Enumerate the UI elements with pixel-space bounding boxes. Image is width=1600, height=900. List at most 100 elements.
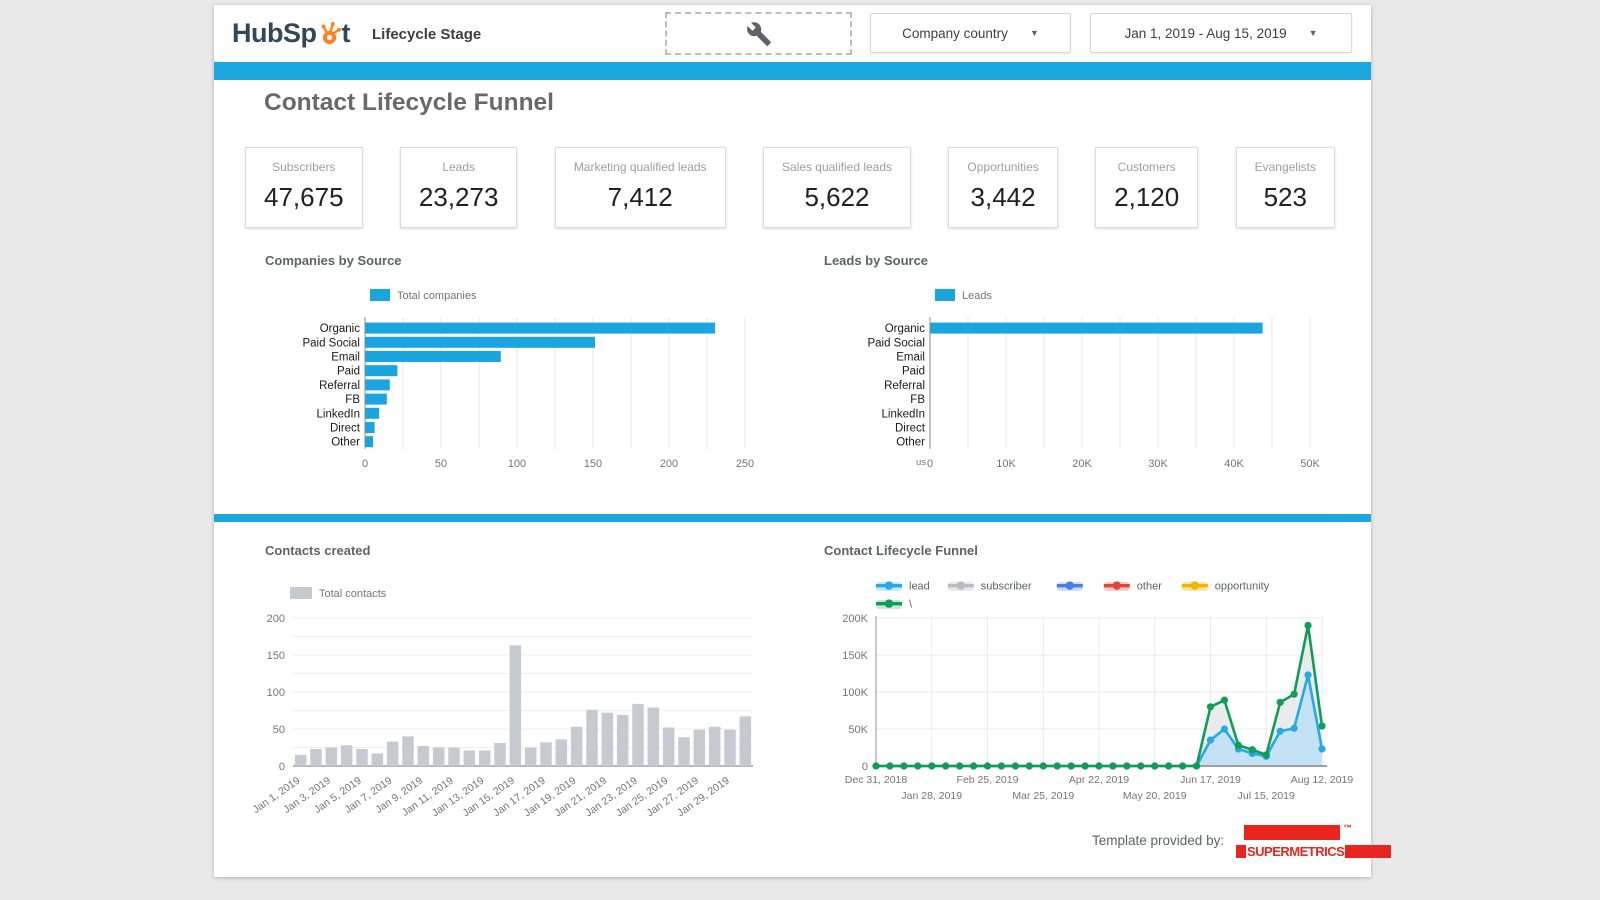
supermetrics-logo-bar bbox=[1244, 825, 1340, 840]
legend-swatch bbox=[935, 289, 955, 301]
svg-text:0: 0 bbox=[927, 458, 933, 470]
total-point bbox=[1249, 746, 1256, 753]
bar-Jan 26, 2019 bbox=[678, 737, 690, 766]
bar-Jan 21, 2019 bbox=[602, 713, 614, 766]
bar-Paid Social bbox=[366, 337, 596, 348]
svg-text:Mar 25, 2019: Mar 25, 2019 bbox=[1012, 790, 1074, 802]
total-point bbox=[1068, 762, 1075, 769]
total-point bbox=[1179, 762, 1186, 769]
total-point bbox=[1165, 762, 1172, 769]
company-country-filter[interactable]: Company country ▼ bbox=[870, 13, 1071, 53]
scorecard-label: Opportunities bbox=[967, 160, 1038, 174]
total-point bbox=[998, 762, 1005, 769]
total-point bbox=[1081, 762, 1088, 769]
svg-text:FB: FB bbox=[345, 394, 360, 406]
bar-Referral bbox=[366, 379, 390, 390]
lead-point bbox=[1318, 745, 1325, 752]
svg-text:us: us bbox=[916, 457, 926, 468]
scorecard-label: Customers bbox=[1114, 160, 1179, 174]
scorecard-value: 5,622 bbox=[782, 182, 892, 213]
total-point bbox=[1291, 691, 1298, 698]
svg-text:FB: FB bbox=[910, 394, 925, 406]
svg-text:0: 0 bbox=[279, 761, 285, 773]
total-point bbox=[942, 762, 949, 769]
bar-Jan 4, 2019 bbox=[341, 745, 353, 766]
total-point bbox=[1277, 699, 1284, 706]
svg-text:150: 150 bbox=[584, 458, 602, 470]
total-point bbox=[1193, 762, 1200, 769]
bar-Jan 20, 2019 bbox=[586, 710, 598, 766]
chart-title-contacts: Contacts created bbox=[265, 543, 370, 558]
svg-text:Total contacts: Total contacts bbox=[319, 588, 387, 600]
svg-text:Organic: Organic bbox=[320, 323, 361, 335]
bar-Jan 5, 2019 bbox=[356, 749, 368, 766]
bar-Jan 11, 2019 bbox=[448, 748, 460, 767]
scorecard-value: 523 bbox=[1255, 182, 1316, 213]
chevron-down-icon: ▼ bbox=[1309, 28, 1318, 38]
scorecard-leads: Leads23,273 bbox=[400, 147, 518, 228]
bar-Jan 1, 2019 bbox=[295, 755, 307, 766]
total-point bbox=[1109, 762, 1116, 769]
scorecard-subscribers: Subscribers 47,675 bbox=[245, 147, 363, 228]
svg-text:Referral: Referral bbox=[884, 380, 925, 392]
svg-text:Feb 25, 2019: Feb 25, 2019 bbox=[957, 774, 1019, 786]
chart-title-funnel: Contact Lifecycle Funnel bbox=[824, 543, 978, 558]
svg-text:May 20, 2019: May 20, 2019 bbox=[1123, 790, 1187, 802]
bar-Other bbox=[366, 436, 374, 447]
svg-text:50: 50 bbox=[273, 724, 285, 736]
svg-text:200: 200 bbox=[267, 613, 285, 625]
bar-Jan 22, 2019 bbox=[617, 715, 629, 766]
scorecard-evangelists: Evangelists523 bbox=[1236, 147, 1335, 228]
contacts-created-chart: Total contacts050100150200Jan 1, 2019Jan… bbox=[245, 561, 780, 841]
svg-text:Apr 22, 2019: Apr 22, 2019 bbox=[1069, 774, 1129, 786]
svg-text:20K: 20K bbox=[1072, 458, 1092, 470]
scorecard-label: Leads bbox=[419, 160, 499, 174]
logo-bar-left bbox=[1236, 845, 1246, 858]
vbar-svg: Total contacts050100150200Jan 1, 2019Jan… bbox=[245, 561, 780, 841]
toolbox-placeholder[interactable] bbox=[665, 12, 852, 55]
bar-Jan 7, 2019 bbox=[387, 742, 399, 766]
chevron-down-icon: ▼ bbox=[1030, 28, 1039, 38]
lead-point bbox=[1291, 725, 1298, 732]
scorecard-value: 47,675 bbox=[264, 182, 344, 213]
total-point bbox=[1012, 762, 1019, 769]
page-title: Contact Lifecycle Funnel bbox=[264, 89, 554, 117]
total-point bbox=[956, 762, 963, 769]
legend-dot bbox=[885, 599, 893, 607]
bar-FB bbox=[366, 394, 387, 405]
svg-text:150: 150 bbox=[267, 650, 285, 662]
bar-Jan 17, 2019 bbox=[540, 742, 552, 766]
bar-Paid bbox=[366, 365, 398, 376]
svg-text:Email: Email bbox=[331, 352, 360, 364]
legend-dot bbox=[957, 581, 965, 589]
scorecard-value: 7,412 bbox=[574, 182, 707, 213]
bar-Jan 10, 2019 bbox=[433, 748, 445, 767]
scorecard-label: Subscribers bbox=[264, 160, 344, 174]
supermetrics-wordmark: SUPERMETRICS bbox=[1246, 844, 1345, 859]
scorecard-label: Sales qualified leads bbox=[782, 160, 892, 174]
chart-title-leads: Leads by Source bbox=[824, 253, 928, 268]
date-range-filter[interactable]: Jan 1, 2019 - Aug 15, 2019 ▼ bbox=[1090, 13, 1352, 53]
scorecard-row: Subscribers 47,675 Leads23,273 Marketing qu… bbox=[245, 147, 1335, 228]
svg-text:100K: 100K bbox=[842, 687, 868, 699]
total-point bbox=[900, 762, 907, 769]
bar-Jan 30, 2019 bbox=[740, 716, 752, 766]
svg-text:Email: Email bbox=[896, 352, 925, 364]
bar-Jan 27, 2019 bbox=[694, 730, 706, 766]
svg-text:Paid Social: Paid Social bbox=[867, 337, 925, 349]
svg-text:100: 100 bbox=[508, 458, 526, 470]
svg-text:Paid Social: Paid Social bbox=[302, 337, 360, 349]
wrench-icon bbox=[746, 21, 772, 47]
legend-dot bbox=[1191, 581, 1199, 589]
svg-text:150K: 150K bbox=[842, 650, 868, 662]
svg-text:Other: Other bbox=[896, 437, 925, 449]
template-provided-label: Template provided by: bbox=[1092, 833, 1224, 848]
bar-Jan 16, 2019 bbox=[525, 748, 537, 767]
scorecard-marketing-qualified-leads: Marketing qualified leads7,412 bbox=[555, 147, 726, 228]
bar-Jan 23, 2019 bbox=[632, 704, 644, 766]
hbar-svg: Total companiesOrganicPaid SocialEmailPa… bbox=[245, 271, 780, 501]
report-title: Lifecycle Stage bbox=[372, 26, 481, 43]
bar-Jan 13, 2019 bbox=[479, 750, 491, 766]
svg-text:\: \ bbox=[909, 599, 913, 611]
brand-text-post: t bbox=[342, 18, 351, 49]
